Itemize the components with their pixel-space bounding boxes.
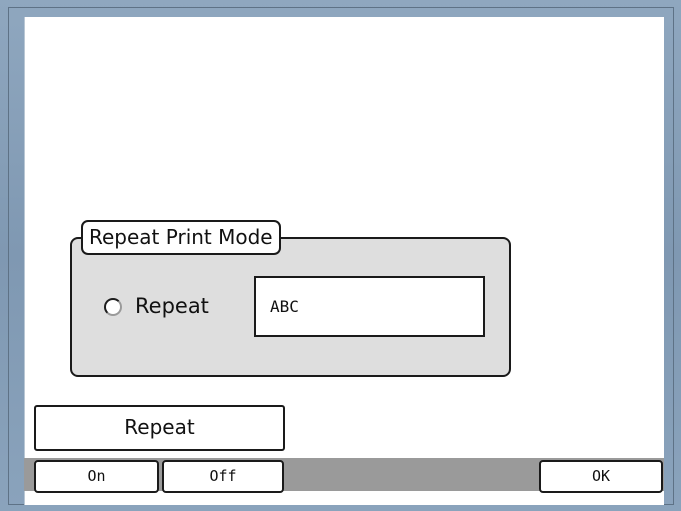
repeat-text-field[interactable]: ABC bbox=[254, 276, 485, 337]
group-title: Repeat Print Mode bbox=[81, 220, 281, 255]
ok-button[interactable]: OK bbox=[539, 460, 663, 493]
repeat-button[interactable]: Repeat bbox=[34, 405, 285, 451]
repeat-radio-button[interactable] bbox=[104, 298, 122, 316]
repeat-radio-label[interactable]: Repeat bbox=[135, 292, 209, 320]
off-button[interactable]: Off bbox=[162, 460, 284, 493]
on-button[interactable]: On bbox=[34, 460, 159, 493]
